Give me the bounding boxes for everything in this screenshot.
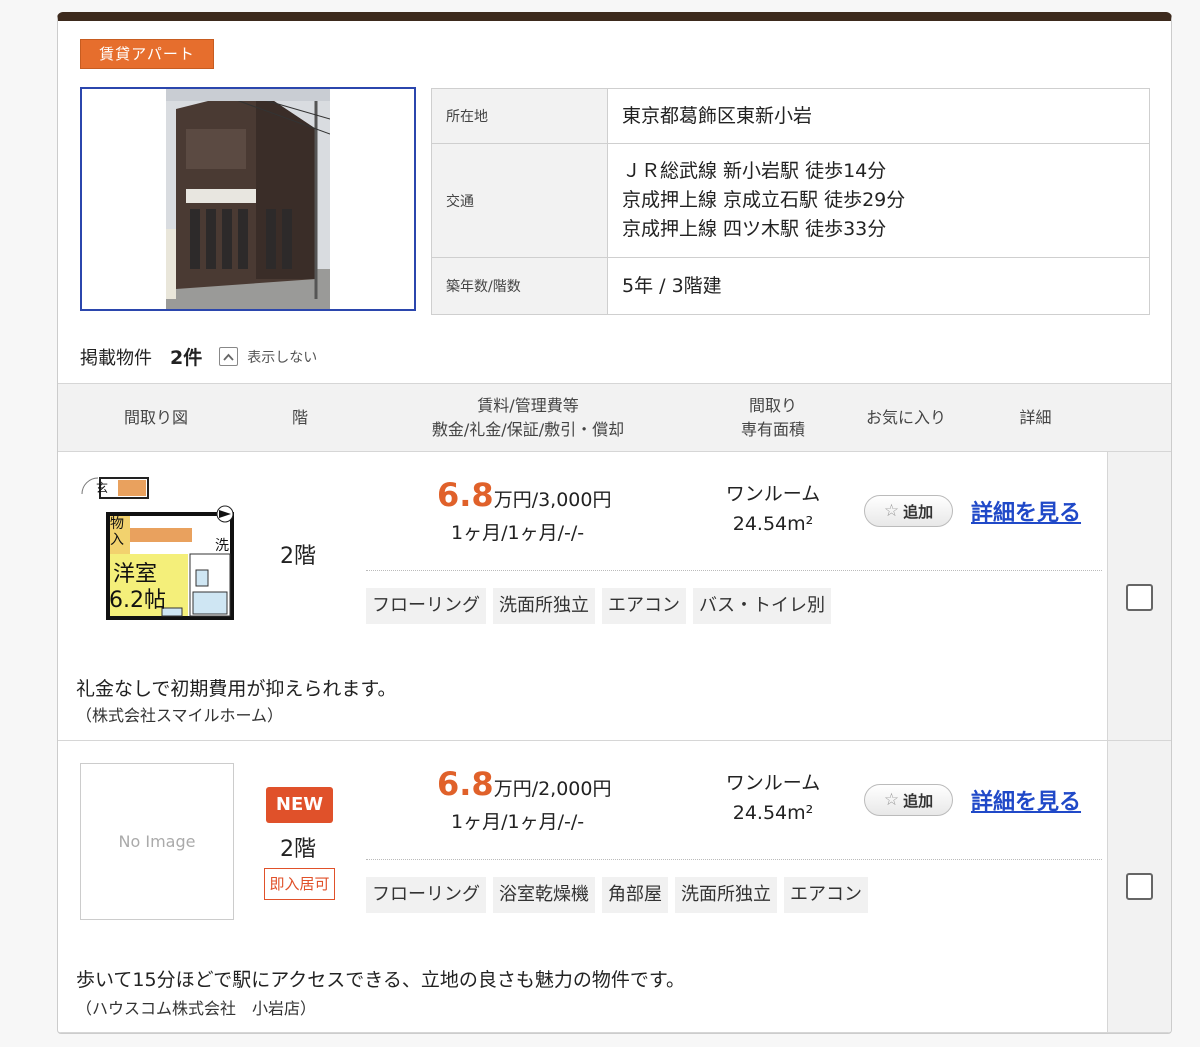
rent-unit-fee: 万円/2,000円 bbox=[493, 778, 612, 800]
agency-name: （ハウスコム株式会社 小岩店） bbox=[76, 999, 317, 1018]
feature-tag: 洗面所独立 bbox=[675, 877, 777, 913]
rent-amount: 6.8 bbox=[437, 476, 494, 514]
listed-count: 掲載物件 2件 表示しない bbox=[80, 343, 317, 370]
rent-price: 6.8万円/2,000円 bbox=[437, 765, 611, 803]
star-plus-icon: ☆ bbox=[883, 501, 900, 521]
floor-value: 2階 bbox=[280, 544, 316, 569]
layout-type: ワンルーム bbox=[725, 772, 821, 794]
header-rent: 賃料/管理費等 敷金/礼金/保証/敷引・償却 bbox=[378, 394, 678, 442]
transit-row: 交通 ＪＲ総武線 新小岩駅 徒歩14分 京成押上線 京成立石駅 徒歩29分 京成… bbox=[432, 144, 1149, 258]
agency-name: （株式会社スマイルホーム） bbox=[76, 706, 284, 725]
listed-label: 掲載物件 bbox=[80, 347, 152, 369]
header-floorplan: 間取り図 bbox=[123, 408, 188, 427]
deposit-terms: 1ヶ月/1ヶ月/-/- bbox=[451, 522, 585, 544]
add-favorite-button[interactable]: ☆ 追加 bbox=[864, 495, 953, 527]
transit-line: 京成押上線 京成立石駅 徒歩29分 bbox=[622, 189, 906, 211]
add-favorite-label: 追加 bbox=[903, 791, 934, 810]
divider bbox=[366, 859, 1102, 860]
collapse-toggle-label[interactable]: 表示しない bbox=[247, 347, 317, 367]
floorplan-wash-label: 洗 bbox=[215, 538, 229, 554]
rent-amount: 6.8 bbox=[437, 765, 494, 803]
select-column bbox=[1107, 741, 1171, 1032]
layout-info: ワンルーム 24.54m² bbox=[708, 768, 838, 828]
select-checkbox[interactable] bbox=[1126, 584, 1153, 611]
no-image-placeholder[interactable]: No Image bbox=[80, 763, 234, 920]
transit-line: ＪＲ総武線 新小岩駅 徒歩14分 bbox=[622, 160, 887, 182]
header-floor: 階 bbox=[291, 408, 308, 427]
age-row: 築年数/階数 5年 / 3階建 bbox=[432, 258, 1149, 314]
star-plus-icon: ☆ bbox=[883, 790, 900, 810]
chevron-up-icon bbox=[223, 353, 234, 361]
listing-row: 玄 物入 洗 洋室 6.2帖 2階 6.8万円/3,000円 1ヶ月/1ヶ月/-… bbox=[58, 452, 1171, 741]
building-photo[interactable] bbox=[80, 87, 416, 311]
header-layout-line2: 専有面積 bbox=[740, 420, 805, 439]
feature-tag: 洗面所独立 bbox=[493, 588, 595, 624]
add-favorite-label: 追加 bbox=[903, 502, 934, 521]
new-badge: NEW bbox=[266, 787, 333, 823]
listing-comment: 歩いて15分ほどで駅にアクセスできる、立地の良さも魅力の物件です。 bbox=[76, 969, 685, 991]
transit-line: 京成押上線 四ツ木駅 徒歩33分 bbox=[622, 218, 887, 240]
address-label: 所在地 bbox=[432, 89, 608, 143]
feature-tag: フローリング bbox=[366, 877, 486, 913]
header-rent-line2: 敷金/礼金/保証/敷引・償却 bbox=[431, 420, 625, 439]
header-layout-line1: 間取り bbox=[748, 396, 797, 415]
building-image bbox=[166, 89, 330, 309]
rent-unit-fee: 万円/3,000円 bbox=[493, 489, 612, 511]
select-checkbox[interactable] bbox=[1126, 873, 1153, 900]
feature-tag: エアコン bbox=[784, 877, 868, 913]
header-detail: 詳細 bbox=[1019, 408, 1052, 427]
address-value: 東京都葛飾区東新小岩 bbox=[622, 104, 813, 127]
view-detail-link[interactable]: 詳細を見る bbox=[971, 784, 1081, 816]
layout-info: ワンルーム 24.54m² bbox=[708, 479, 838, 539]
transit-label: 交通 bbox=[432, 144, 608, 257]
select-column bbox=[1107, 452, 1171, 740]
transit-value: ＪＲ総武線 新小岩駅 徒歩14分 京成押上線 京成立石駅 徒歩29分 京成押上線… bbox=[608, 144, 1149, 257]
deposit-terms: 1ヶ月/1ヶ月/-/- bbox=[451, 811, 585, 833]
feature-tags: フローリング 洗面所独立 エアコン バス・トイレ別 bbox=[366, 588, 831, 624]
property-type-badge: 賃貸アパート bbox=[80, 39, 214, 69]
property-card: 賃貸アパート 所在地 東京都葛飾区東新小岩 交通 ＪＲ総武線 新小岩駅 徒歩14… bbox=[57, 12, 1172, 1034]
address-row: 所在地 東京都葛飾区東新小岩 bbox=[432, 89, 1149, 144]
table-header: 間取り図 階 賃料/管理費等 敷金/礼金/保証/敷引・償却 間取り 専有面積 お… bbox=[58, 383, 1171, 452]
header-rent-line1: 賃料/管理費等 bbox=[477, 396, 579, 415]
floorplan-storage-label: 物入 bbox=[110, 516, 124, 548]
layout-type: ワンルーム bbox=[725, 483, 821, 505]
feature-tag: フローリング bbox=[366, 588, 486, 624]
floor-area: 24.54m² bbox=[732, 513, 814, 535]
age-value: 5年 / 3階建 bbox=[622, 274, 722, 297]
view-detail-link[interactable]: 詳細を見る bbox=[971, 495, 1081, 527]
floorplan-room-size: 6.2帖 bbox=[109, 588, 166, 613]
collapse-toggle[interactable] bbox=[219, 347, 239, 366]
feature-tags: フローリング 浴室乾燥機 角部屋 洗面所独立 エアコン bbox=[366, 877, 868, 913]
move-in-badge: 即入居可 bbox=[264, 868, 335, 900]
feature-tag: エアコン bbox=[602, 588, 686, 624]
feature-tag: 浴室乾燥機 bbox=[493, 877, 595, 913]
feature-tag: 角部屋 bbox=[602, 877, 668, 913]
feature-tag: バス・トイレ別 bbox=[693, 588, 831, 624]
floorplan-image[interactable]: 玄 物入 洗 洋室 6.2帖 bbox=[80, 474, 240, 624]
age-label: 築年数/階数 bbox=[432, 258, 608, 314]
listed-count-value: 2件 bbox=[170, 347, 203, 369]
header-favorite: お気に入り bbox=[865, 408, 946, 427]
listing-row: No Image NEW 2階 即入居可 6.8万円/2,000円 1ヶ月/1ヶ… bbox=[58, 741, 1171, 1033]
floorplan-entry-label: 玄 bbox=[96, 481, 109, 495]
header-layout: 間取り 専有面積 bbox=[718, 394, 828, 442]
property-info-table: 所在地 東京都葛飾区東新小岩 交通 ＪＲ総武線 新小岩駅 徒歩14分 京成押上線… bbox=[431, 88, 1150, 315]
listing-comment: 礼金なしで初期費用が抑えられます。 bbox=[76, 678, 397, 700]
divider bbox=[366, 570, 1102, 571]
rent-price: 6.8万円/3,000円 bbox=[437, 476, 611, 514]
add-favorite-button[interactable]: ☆ 追加 bbox=[864, 784, 953, 816]
floor-value: 2階 bbox=[280, 837, 316, 862]
floor-area: 24.54m² bbox=[732, 802, 814, 824]
